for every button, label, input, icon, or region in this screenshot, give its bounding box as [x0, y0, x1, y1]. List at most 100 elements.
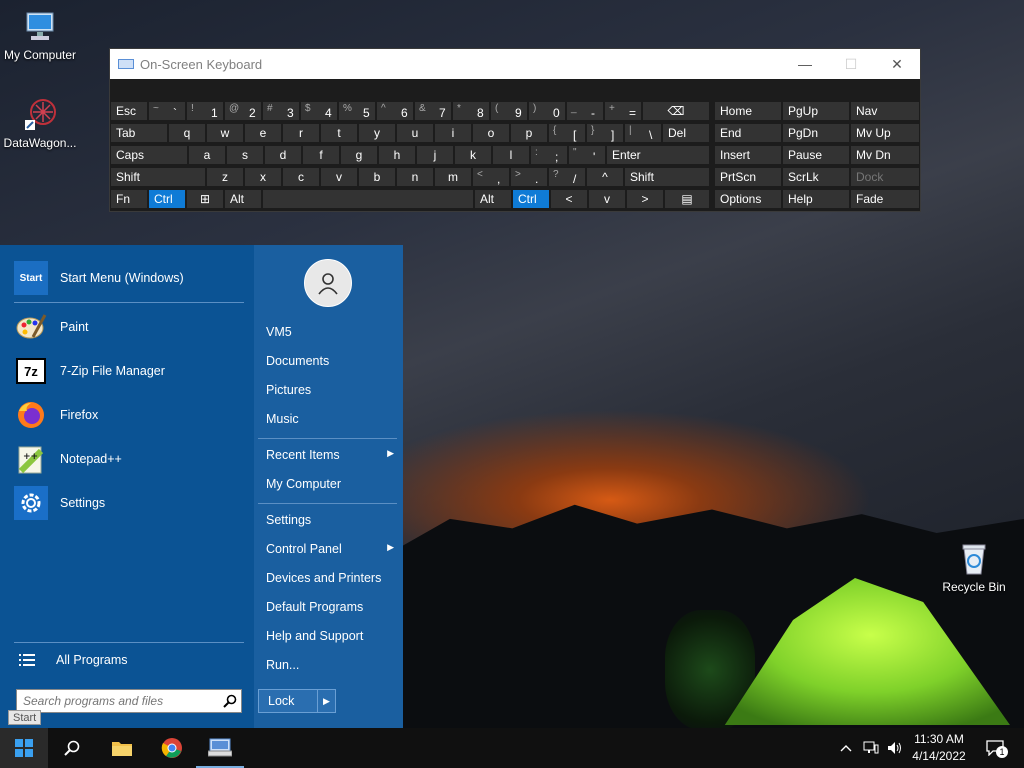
key-row2-7[interactable]: u	[396, 123, 434, 143]
nav-key-4-0[interactable]: Options	[714, 189, 782, 209]
key-row4-1[interactable]: z	[206, 167, 244, 187]
key-row4-12[interactable]: Shift	[624, 167, 710, 187]
key-row1-13[interactable]: + =	[604, 101, 642, 121]
key-row4-11[interactable]: ^	[586, 167, 624, 187]
maximize-button[interactable]: ☐	[828, 49, 874, 79]
start-link-help-and-support[interactable]: Help and Support	[266, 629, 396, 643]
key-row1-11[interactable]: ) 0	[528, 101, 566, 121]
nav-key-3-0[interactable]: PrtScn	[714, 167, 782, 187]
key-row3-2[interactable]: s	[226, 145, 264, 165]
start-button[interactable]	[0, 728, 48, 768]
key-row3-7[interactable]: j	[416, 145, 454, 165]
desktop-icon-recycle-bin[interactable]: Recycle Bin	[934, 542, 1014, 594]
key-row5-6[interactable]: Ctrl	[512, 189, 550, 209]
key-row1-12[interactable]: _ -	[566, 101, 604, 121]
key-row3-8[interactable]: k	[454, 145, 492, 165]
key-row5-7[interactable]: <	[550, 189, 588, 209]
app-7zip[interactable]: 7z 7-Zip File Manager	[14, 353, 165, 389]
key-row1-8[interactable]: & 7	[414, 101, 452, 121]
key-row4-0[interactable]: Shift	[110, 167, 206, 187]
key-row1-0[interactable]: Esc	[110, 101, 148, 121]
key-row5-2[interactable]: ⊞	[186, 189, 224, 209]
app-settings[interactable]: Settings	[14, 485, 105, 521]
search-box[interactable]	[16, 689, 242, 713]
action-center-button[interactable]: 1	[980, 728, 1010, 768]
nav-key-2-2[interactable]: Mv Dn	[850, 145, 920, 165]
key-row4-2[interactable]: x	[244, 167, 282, 187]
key-row1-5[interactable]: $4	[300, 101, 338, 121]
desktop-icon-datawagon[interactable]: DataWagon...	[0, 98, 80, 150]
app-notepadpp[interactable]: ++ Notepad++	[14, 441, 122, 477]
nav-key-3-1[interactable]: ScrLk	[782, 167, 850, 187]
taskbar-chrome[interactable]	[148, 728, 196, 768]
key-row2-3[interactable]: e	[244, 123, 282, 143]
app-start-menu-windows[interactable]: Start Start Menu (Windows)	[14, 260, 184, 296]
key-row1-7[interactable]: ^ 6	[376, 101, 414, 121]
desktop-icon-my-computer[interactable]: My Computer	[0, 10, 80, 62]
nav-key-3-2[interactable]: Dock	[850, 167, 920, 187]
key-row2-1[interactable]: q	[168, 123, 206, 143]
key-row2-5[interactable]: t	[320, 123, 358, 143]
nav-key-1-0[interactable]: End	[714, 123, 782, 143]
key-row3-4[interactable]: f	[302, 145, 340, 165]
key-row3-6[interactable]: h	[378, 145, 416, 165]
nav-key-1-2[interactable]: Mv Up	[850, 123, 920, 143]
start-link-vm5[interactable]: VM5	[266, 325, 396, 339]
key-row3-11[interactable]: " '	[568, 145, 606, 165]
key-row2-8[interactable]: i	[434, 123, 472, 143]
key-row2-9[interactable]: o	[472, 123, 510, 143]
key-row5-10[interactable]: ▤	[664, 189, 710, 209]
key-row3-3[interactable]: d	[264, 145, 302, 165]
key-row5-0[interactable]: Fn	[110, 189, 148, 209]
key-row2-0[interactable]: Tab	[110, 123, 168, 143]
nav-key-4-2[interactable]: Fade	[850, 189, 920, 209]
nav-key-0-0[interactable]: Home	[714, 101, 782, 121]
key-row3-9[interactable]: l	[492, 145, 530, 165]
nav-key-4-1[interactable]: Help	[782, 189, 850, 209]
key-row1-4[interactable]: #3	[262, 101, 300, 121]
key-row1-3[interactable]: @2	[224, 101, 262, 121]
start-link-documents[interactable]: Documents	[266, 354, 396, 368]
key-row1-6[interactable]: % 5	[338, 101, 376, 121]
key-row3-1[interactable]: a	[188, 145, 226, 165]
key-row5-3[interactable]: Alt	[224, 189, 262, 209]
key-row3-10[interactable]: :;	[530, 145, 568, 165]
key-row2-2[interactable]: w	[206, 123, 244, 143]
show-hidden-icons-button[interactable]	[836, 728, 856, 768]
key-row4-4[interactable]: v	[320, 167, 358, 187]
taskbar-file-explorer[interactable]	[98, 728, 146, 768]
start-menu[interactable]: Start Start Menu (Windows) Paint 7z 7-Zi…	[0, 245, 403, 728]
key-row5-9[interactable]: >	[626, 189, 664, 209]
key-row2-13[interactable]: | \	[624, 123, 662, 143]
key-row5-8[interactable]: v	[588, 189, 626, 209]
key-row4-5[interactable]: b	[358, 167, 396, 187]
volume-tray-icon[interactable]	[884, 728, 906, 768]
key-row5-5[interactable]: Alt	[474, 189, 512, 209]
key-row1-14[interactable]: ⌫	[642, 101, 710, 121]
app-paint[interactable]: Paint	[14, 309, 89, 345]
key-row4-6[interactable]: n	[396, 167, 434, 187]
taskbar-search-button[interactable]	[48, 728, 96, 768]
nav-key-2-0[interactable]: Insert	[714, 145, 782, 165]
key-row1-1[interactable]: ~ `	[148, 101, 186, 121]
start-link-default-programs[interactable]: Default Programs	[266, 600, 396, 614]
key-row4-7[interactable]: m	[434, 167, 472, 187]
start-link-run[interactable]: Run...	[266, 658, 396, 672]
key-row4-3[interactable]: c	[282, 167, 320, 187]
start-link-devices-and-printers[interactable]: Devices and Printers	[266, 571, 396, 585]
search-icon[interactable]	[219, 694, 241, 708]
nav-key-0-2[interactable]: Nav	[850, 101, 920, 121]
key-row4-8[interactable]: <,	[472, 167, 510, 187]
start-link-pictures[interactable]: Pictures	[266, 383, 396, 397]
nav-key-2-1[interactable]: Pause	[782, 145, 850, 165]
key-row1-2[interactable]: ! 1	[186, 101, 224, 121]
start-link-recent-items[interactable]: Recent Items ▶	[266, 448, 396, 462]
key-row3-5[interactable]: g	[340, 145, 378, 165]
on-screen-keyboard-window[interactable]: On-Screen Keyboard — ☐ ✕ Esc ~ `! 1 @2 #3 $4% 5…	[109, 48, 921, 212]
start-link-settings[interactable]: Settings	[266, 513, 396, 527]
search-input[interactable]	[17, 691, 219, 711]
key-row4-10[interactable]: ? /	[548, 167, 586, 187]
key-row2-11[interactable]: {[	[548, 123, 586, 143]
close-button[interactable]: ✕	[874, 49, 920, 79]
key-row4-9[interactable]: >.	[510, 167, 548, 187]
